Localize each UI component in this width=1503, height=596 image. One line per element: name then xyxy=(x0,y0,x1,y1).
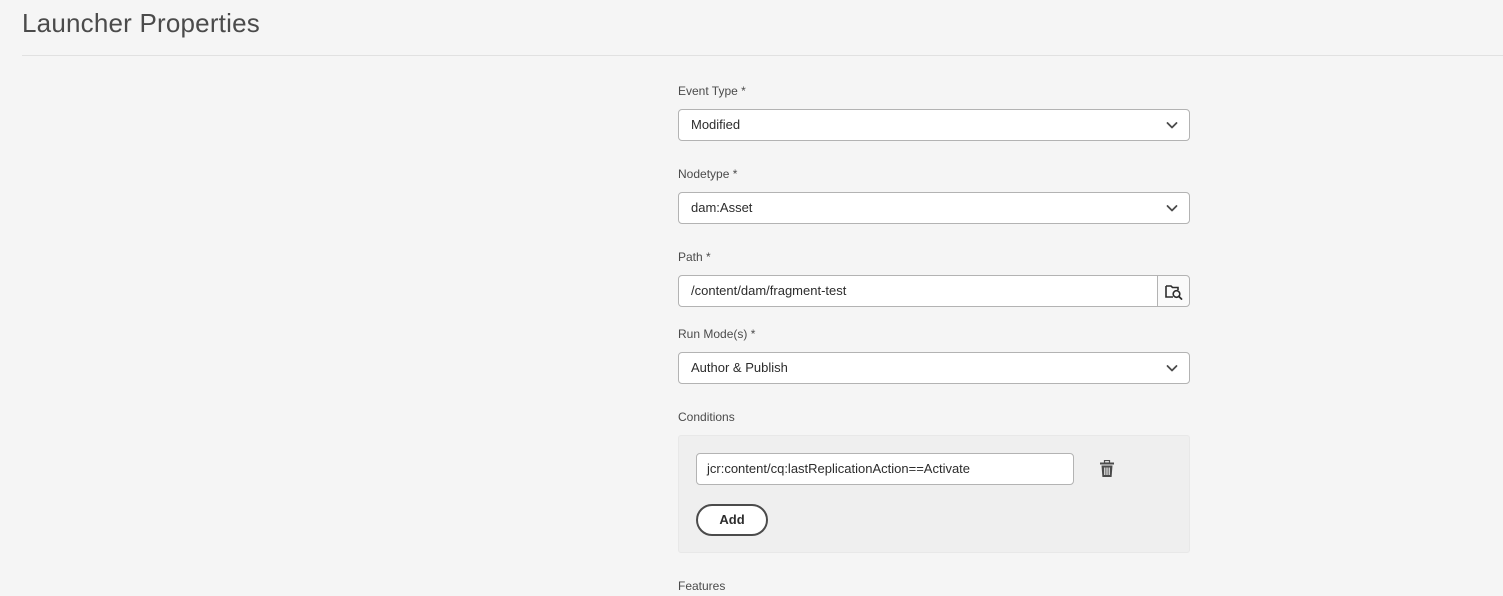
add-condition-button[interactable]: Add xyxy=(696,504,768,536)
browse-path-button[interactable] xyxy=(1157,275,1190,307)
event-type-value: Modified xyxy=(691,117,741,132)
page-title: Launcher Properties xyxy=(22,8,260,38)
conditions-panel: jcr:content/cq:lastReplicationAction==Ac… xyxy=(678,435,1190,553)
run-modes-label: Run Mode(s) * xyxy=(678,327,756,341)
path-field: /content/dam/fragment-test xyxy=(678,275,1190,307)
chevron-down-icon xyxy=(1166,365,1178,372)
chevron-down-icon xyxy=(1166,122,1178,129)
nodetype-select[interactable]: dam:Asset xyxy=(678,192,1190,224)
features-label: Features xyxy=(678,579,726,593)
conditions-label: Conditions xyxy=(678,410,735,424)
path-input[interactable]: /content/dam/fragment-test xyxy=(678,275,1158,307)
path-label: Path * xyxy=(678,250,711,264)
folder-search-icon xyxy=(1165,285,1183,300)
event-type-label: Event Type * xyxy=(678,84,746,98)
title-divider xyxy=(22,55,1503,56)
run-modes-select[interactable]: Author & Publish xyxy=(678,352,1190,384)
nodetype-label: Nodetype * xyxy=(678,167,738,181)
launcher-properties-form: Event Type * Modified Nodetype * dam:Ass… xyxy=(678,84,1190,593)
trash-icon[interactable] xyxy=(1099,460,1115,478)
chevron-down-icon xyxy=(1166,205,1178,212)
nodetype-value: dam:Asset xyxy=(691,200,753,215)
condition-input[interactable]: jcr:content/cq:lastReplicationAction==Ac… xyxy=(696,453,1074,485)
event-type-select[interactable]: Modified xyxy=(678,109,1190,141)
run-modes-value: Author & Publish xyxy=(691,360,788,375)
